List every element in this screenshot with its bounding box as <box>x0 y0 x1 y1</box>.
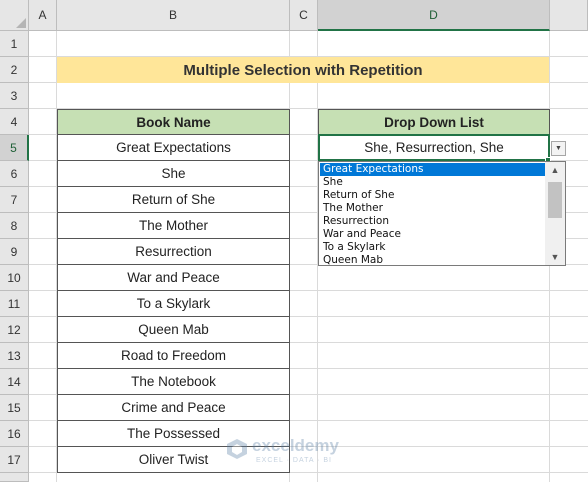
book-cell[interactable]: She <box>57 161 290 187</box>
exceldemy-logo-icon <box>227 439 247 459</box>
book-cell[interactable]: Crime and Peace <box>57 395 290 421</box>
row-header-11[interactable]: 11 <box>0 291 29 317</box>
row-header-7[interactable]: 7 <box>0 187 29 213</box>
column-header-c[interactable]: C <box>290 0 318 31</box>
row-header-18[interactable] <box>0 473 29 482</box>
select-all-triangle-icon <box>16 18 26 28</box>
row-header-3[interactable]: 3 <box>0 83 29 109</box>
row-header-1[interactable]: 1 <box>0 31 29 57</box>
book-cell[interactable]: Queen Mab <box>57 317 290 343</box>
watermark-name: exceldemy <box>252 436 339 455</box>
row-header-6[interactable]: 6 <box>0 161 29 187</box>
column-header-d[interactable]: D <box>318 0 550 31</box>
book-cell[interactable]: To a Skylark <box>57 291 290 317</box>
column-header-b[interactable]: B <box>57 0 290 31</box>
row-header-14[interactable]: 14 <box>0 369 29 395</box>
dropdown-option[interactable]: Queen Mab <box>320 254 546 267</box>
book-cell[interactable]: The Notebook <box>57 369 290 395</box>
dropdown-option[interactable]: She <box>320 176 546 189</box>
chevron-down-icon: ▼ <box>555 145 562 152</box>
column-header-e[interactable] <box>550 0 588 31</box>
book-cell[interactable]: Road to Freedom <box>57 343 290 369</box>
watermark-tagline: EXCEL · DATA · BI <box>256 457 332 464</box>
exceldemy-watermark: exceldemy EXCEL · DATA · BI <box>226 436 371 476</box>
row-header-12[interactable]: 12 <box>0 317 29 343</box>
dropdown-option[interactable]: Return of She <box>320 189 546 202</box>
book-cell[interactable]: Resurrection <box>57 239 290 265</box>
book-cell[interactable]: The Mother <box>57 213 290 239</box>
scrollbar-thumb[interactable] <box>548 182 562 218</box>
row-header-4[interactable]: 4 <box>0 109 29 135</box>
row-header-17[interactable]: 17 <box>0 447 29 473</box>
sheet-title[interactable]: Multiple Selection with Repetition <box>57 57 549 83</box>
dropdown-list[interactable]: Great Expectations She Return of She The… <box>318 161 566 266</box>
row-header-8[interactable]: 8 <box>0 213 29 239</box>
column-header-a[interactable]: A <box>29 0 57 31</box>
row-header-13[interactable]: 13 <box>0 343 29 369</box>
dropdown-option[interactable]: Resurrection <box>320 215 546 228</box>
book-cell[interactable]: Return of She <box>57 187 290 213</box>
dropdown-arrow-button[interactable]: ▼ <box>551 141 566 156</box>
dropdown-option[interactable]: To a Skylark <box>320 241 546 254</box>
dropdown-option[interactable]: War and Peace <box>320 228 546 241</box>
dropdown-scrollbar[interactable]: ▲ ▼ <box>545 162 565 265</box>
row-header-10[interactable]: 10 <box>0 265 29 291</box>
row-header-2[interactable]: 2 <box>0 57 29 83</box>
scroll-down-icon[interactable]: ▼ <box>545 249 565 265</box>
row-header-5[interactable]: 5 <box>0 135 29 161</box>
book-cell[interactable]: War and Peace <box>57 265 290 291</box>
row-header-15[interactable]: 15 <box>0 395 29 421</box>
book-cell[interactable]: Great Expectations <box>57 135 290 161</box>
active-cell-d5[interactable]: She, Resurrection, She <box>318 134 550 161</box>
scroll-up-icon[interactable]: ▲ <box>545 162 565 178</box>
dropdown-option[interactable]: The Mother <box>320 202 546 215</box>
select-all-corner[interactable] <box>0 0 29 31</box>
dropdown-option[interactable]: Great Expectations <box>320 163 546 176</box>
drop-down-header[interactable]: Drop Down List <box>318 109 550 135</box>
row-header-9[interactable]: 9 <box>0 239 29 265</box>
row-header-16[interactable]: 16 <box>0 421 29 447</box>
book-name-header[interactable]: Book Name <box>57 109 290 135</box>
